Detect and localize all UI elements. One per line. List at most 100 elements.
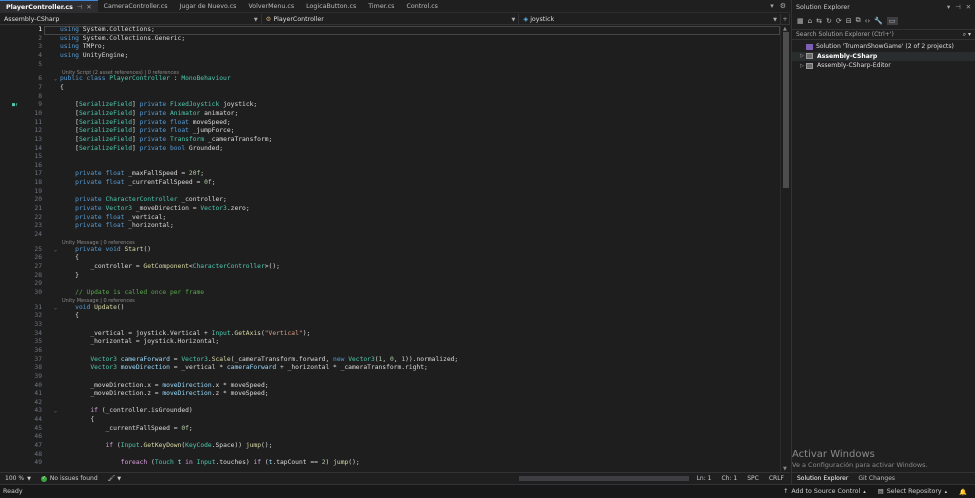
code-line[interactable]: 5 [0, 61, 780, 70]
code-line[interactable]: 24 [0, 231, 780, 240]
code-line[interactable]: 15 [0, 153, 780, 162]
solution-search-input[interactable]: Search Solution Explorer (Ctrl+') ⌕ ▾ [792, 29, 975, 40]
refresh-icon[interactable]: ⟳ [836, 17, 842, 25]
code-line[interactable]: 29 [0, 280, 780, 289]
properties-icon[interactable]: 🔧 [874, 17, 883, 25]
code-line[interactable]: 6 ⌄ public class PlayerController : MonoBe… [0, 75, 780, 84]
code-line[interactable]: 28 } [0, 272, 780, 281]
zoom-dropdown[interactable]: 100 % ▼ [0, 475, 36, 482]
code-line[interactable]: 49 foreach (Touch t in Input.touches) if… [0, 459, 780, 468]
pending-changes-icon[interactable]: ⇆ [816, 17, 822, 25]
code-line[interactable]: 22 private float _vertical; [0, 214, 780, 223]
code-line[interactable]: 27 _controller = GetComponent<CharacterC… [0, 263, 780, 272]
preview-selected-icon[interactable]: ▭ [886, 16, 898, 25]
notifications-bell-icon[interactable]: 🔔 [959, 488, 967, 496]
document-tab[interactable]: PlayerController.cs ⊣ ✕ [0, 0, 98, 13]
fold-chevron-icon[interactable]: ⌄ [54, 75, 57, 84]
code-line[interactable]: 46 [0, 433, 780, 442]
code-line[interactable]: 4 using UnityEngine; [0, 52, 780, 61]
vertical-scrollbar[interactable]: ▲ ▼ [780, 26, 790, 472]
code-line[interactable]: 32 { [0, 312, 780, 321]
column-indicator[interactable]: Ch: 1 [721, 475, 737, 482]
search-icon[interactable]: ⌕ ▾ [963, 31, 971, 39]
project-dropdown[interactable]: Assembly-CSharp ▼ [0, 14, 262, 25]
code-line[interactable]: 47 if (Input.GetKeyDown(KeyCode.Space)) … [0, 442, 780, 451]
code-line[interactable]: 44 { [0, 416, 780, 425]
code-line[interactable]: 8 [0, 93, 780, 102]
show-all-files-icon[interactable]: ⧉ [856, 16, 861, 25]
close-icon[interactable]: ✕ [86, 4, 91, 11]
fold-chevron-icon[interactable]: ⌄ [54, 407, 57, 416]
pin-icon[interactable]: ⊣ [77, 4, 83, 11]
code-line[interactable]: 23 private float _horizontal; [0, 222, 780, 231]
code-line[interactable]: 36 [0, 347, 780, 356]
document-tab[interactable]: VolverMenu.cs [242, 0, 300, 13]
code-line[interactable]: 31 ⌄ void Update() [0, 304, 780, 313]
code-line[interactable]: 33 [0, 321, 780, 330]
code-line[interactable]: 25 ⌄ private void Start() [0, 246, 780, 255]
code-line[interactable]: 38 Vector3 moveDirection = _vertical * c… [0, 364, 780, 373]
code-editor[interactable]: ■↑ 1 using System.Collections; 2 using Syst… [0, 26, 790, 472]
code-line[interactable]: 17 private float _maxFallSpeed = 20f; [0, 170, 780, 179]
whitespace-indicator[interactable]: SPC [747, 475, 759, 482]
home-icon[interactable]: ⌂ [808, 17, 812, 25]
close-icon[interactable]: ✕ [966, 4, 971, 11]
code-line[interactable]: 10 [SerializeField] private Animator ani… [0, 110, 780, 119]
pin-icon[interactable]: ⊣ [955, 4, 961, 11]
expand-arrow-icon[interactable]: ▷ [798, 53, 806, 59]
line-indicator[interactable]: Ln: 1 [697, 475, 712, 482]
scrollbar-thumb[interactable] [783, 32, 789, 188]
code-line[interactable]: 18 private float _currentFallSpeed = 0f; [0, 179, 780, 188]
code-line[interactable]: 7{ [0, 84, 780, 93]
code-line[interactable]: 34 _vertical = joystick.Vertical + Input… [0, 330, 780, 339]
code-line[interactable]: 1 using System.Collections; [0, 26, 780, 35]
code-line[interactable]: 39 [0, 373, 780, 382]
fold-chevron-icon[interactable]: ⌄ [54, 304, 57, 313]
code-line[interactable]: 3 using TMPro; [0, 43, 780, 52]
code-line[interactable]: 20 private CharacterController _controll… [0, 196, 780, 205]
code-line[interactable]: 2 using System.Collections.Generic; [0, 35, 780, 44]
issues-indicator[interactable]: ✓ No issues found [36, 475, 103, 482]
tab-git-changes[interactable]: Git Changes [853, 473, 900, 485]
code-line[interactable]: 16 [0, 162, 780, 171]
code-line[interactable]: 41 _moveDirection.z = moveDirection.z * … [0, 390, 780, 399]
code-line[interactable]: 35 _horizontal = joystick.Horizontal; [0, 338, 780, 347]
view-code-icon[interactable]: ‹› [865, 17, 871, 25]
horizontal-scrollbar[interactable] [518, 476, 689, 481]
settings-gear-icon[interactable]: ⚙ [780, 2, 786, 10]
select-repository-button[interactable]: ▤ Select Repository ▴ [878, 488, 947, 495]
code-line[interactable]: 14 [SerializeField] private bool Grounde… [0, 145, 780, 154]
code-line[interactable]: 40 _moveDirection.x = moveDirection.x * … [0, 382, 780, 391]
code-line[interactable]: 9 [SerializeField] private FixedJoystick… [0, 101, 780, 110]
project-node[interactable]: ▷ Assembly-CSharp-Editor [792, 61, 975, 71]
tab-overflow-dropdown-icon[interactable]: ▾ [770, 2, 774, 10]
code-line[interactable]: 42 [0, 399, 780, 408]
code-line[interactable]: 30 // Update is called once per frame [0, 289, 780, 298]
add-to-source-control-button[interactable]: ↑ Add to Source Control ▴ [783, 488, 866, 495]
line-ending-indicator[interactable]: CRLF [769, 475, 784, 482]
member-dropdown[interactable]: ◈ joystick ▼ [519, 14, 782, 25]
expand-arrow-icon[interactable]: ▷ [798, 63, 806, 69]
split-window-button[interactable]: + [781, 14, 791, 25]
document-tab[interactable]: Control.cs [400, 0, 444, 13]
document-tab[interactable]: Jugar de Nuevo.cs [174, 0, 243, 13]
code-line[interactable]: 13 [SerializeField] private Transform _c… [0, 136, 780, 145]
code-cleanup-button[interactable]: 🖌 ▼ [103, 475, 126, 482]
project-node[interactable]: ▷ Assembly-CSharp [792, 51, 975, 61]
fold-chevron-icon[interactable]: ⌄ [54, 246, 57, 255]
document-tab[interactable]: CameraController.cs [98, 0, 174, 13]
code-line[interactable]: 48 [0, 451, 780, 460]
collapse-all-icon[interactable]: ⊟ [846, 17, 852, 25]
document-tab[interactable]: Timer.cs [362, 0, 400, 13]
code-line[interactable]: 19 [0, 188, 780, 197]
code-line[interactable]: 37 Vector3 cameraForward = Vector3.Scale… [0, 356, 780, 365]
sync-icon[interactable]: ↻ [826, 17, 832, 25]
panel-menu-icon[interactable]: ▾ [947, 4, 950, 11]
code-line[interactable]: 11 [SerializeField] private float moveSp… [0, 119, 780, 128]
code-line[interactable]: 12 [SerializeField] private float _jumpF… [0, 127, 780, 136]
switch-views-icon[interactable]: ▦ [797, 17, 804, 25]
code-line[interactable]: 43 ⌄ if (_controller.isGrounded) [0, 407, 780, 416]
solution-node[interactable]: Solution 'TrumanShowGame' (2 of 2 projec… [792, 42, 975, 52]
class-dropdown[interactable]: ⚙ PlayerController ▼ [262, 14, 520, 25]
code-line[interactable]: 45 _currentFallSpeed = 0f; [0, 425, 780, 434]
